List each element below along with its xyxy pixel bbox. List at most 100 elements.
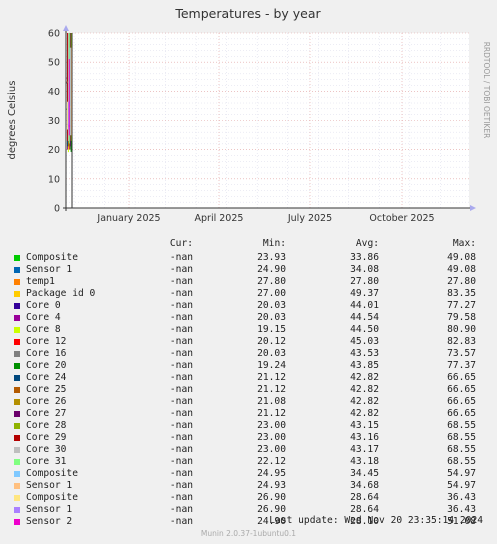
legend-series-name: Core 4 bbox=[26, 312, 61, 323]
legend-value-cur: -nan bbox=[169, 348, 193, 359]
legend-swatch bbox=[14, 291, 20, 297]
legend-swatch bbox=[14, 375, 20, 381]
legend-series-name: Core 27 bbox=[26, 408, 67, 419]
legend-series-name: Core 29 bbox=[26, 432, 67, 443]
legend-value-max: 66.65 bbox=[447, 396, 476, 407]
legend-series-name: Core 25 bbox=[26, 384, 67, 395]
legend-value-max: 80.90 bbox=[447, 324, 476, 335]
legend-series-name: temp1 bbox=[26, 276, 55, 287]
legend-row: Core 20 -nan 19.24 43.85 77.37 bbox=[0, 360, 497, 372]
legend-row: temp1 -nan 27.80 27.80 27.80 bbox=[0, 276, 497, 288]
legend-value-cur: -nan bbox=[169, 432, 193, 443]
legend-value-avg: 28.64 bbox=[350, 504, 379, 515]
legend-value-cur: -nan bbox=[169, 456, 193, 467]
legend-row: Core 0 -nan 20.03 44.01 77.27 bbox=[0, 300, 497, 312]
legend-swatch bbox=[14, 351, 20, 357]
legend-header-cur: Cur: bbox=[169, 238, 193, 249]
legend-value-max: 66.65 bbox=[447, 384, 476, 395]
legend-value-avg: 43.53 bbox=[350, 348, 379, 359]
legend-value-avg: 42.82 bbox=[350, 396, 379, 407]
legend-value-avg: 42.82 bbox=[350, 408, 379, 419]
legend-swatch bbox=[14, 315, 20, 321]
legend-swatch bbox=[14, 267, 20, 273]
legend-row: Core 27 -nan 21.12 42.82 66.65 bbox=[0, 408, 497, 420]
legend-header-max: Max: bbox=[452, 238, 476, 249]
legend-value-min: 23.00 bbox=[257, 444, 286, 455]
y-ticks: 0 10 20 30 40 50 60 bbox=[48, 29, 60, 215]
legend-header-min: Min: bbox=[262, 238, 286, 249]
legend-swatch bbox=[14, 423, 20, 429]
legend-series-name: Core 16 bbox=[26, 348, 67, 359]
chart: Temperatures - by year degrees Celsius R… bbox=[7, 6, 491, 224]
legend-row: Sensor 1 -nan 24.90 34.08 49.08 bbox=[0, 264, 497, 276]
y-tick-label: 0 bbox=[54, 204, 60, 215]
legend-value-avg: 34.68 bbox=[350, 480, 379, 491]
legend-value-min: 21.08 bbox=[257, 396, 286, 407]
x-axis-arrow bbox=[470, 205, 476, 211]
legend-series-name: Core 28 bbox=[26, 420, 67, 431]
legend-value-min: 20.12 bbox=[257, 336, 286, 347]
legend-value-min: 23.00 bbox=[257, 432, 286, 443]
y-axis-label: degrees Celsius bbox=[7, 81, 18, 160]
legend-value-min: 20.03 bbox=[257, 348, 286, 359]
legend-value-max: 66.65 bbox=[447, 372, 476, 383]
legend-series-name: Sensor 1 bbox=[26, 480, 73, 491]
legend-value-max: 68.55 bbox=[447, 456, 476, 467]
legend-swatch bbox=[14, 327, 20, 333]
legend-swatch bbox=[14, 411, 20, 417]
munin-version: Munin 2.0.37-1ubuntu0.1 bbox=[200, 529, 297, 538]
legend-value-avg: 34.45 bbox=[350, 468, 379, 479]
legend-value-min: 19.15 bbox=[257, 324, 286, 335]
legend-row: Core 24 -nan 21.12 42.82 66.65 bbox=[0, 372, 497, 384]
legend-row: Core 31 -nan 22.12 43.18 68.55 bbox=[0, 456, 497, 468]
y-tick-label: 10 bbox=[48, 174, 60, 185]
legend-value-min: 26.90 bbox=[257, 492, 286, 503]
legend-value-cur: -nan bbox=[169, 312, 193, 323]
y-tick-label: 60 bbox=[48, 29, 60, 40]
legend-value-max: 83.35 bbox=[447, 288, 476, 299]
legend-value-cur: -nan bbox=[169, 372, 193, 383]
legend-series-name: Composite bbox=[26, 252, 78, 263]
legend-value-avg: 43.17 bbox=[350, 444, 379, 455]
legend-value-min: 23.93 bbox=[257, 252, 286, 263]
legend-value-min: 23.00 bbox=[257, 420, 286, 431]
legend-swatch bbox=[14, 279, 20, 285]
legend-value-avg: 43.15 bbox=[350, 420, 379, 431]
legend-row: Composite -nan 26.90 28.64 36.43 bbox=[0, 492, 497, 504]
legend-value-min: 21.12 bbox=[257, 408, 286, 419]
legend-value-max: 73.57 bbox=[447, 348, 476, 359]
legend-value-min: 20.03 bbox=[257, 300, 286, 311]
legend-swatch bbox=[14, 507, 20, 513]
legend-value-cur: -nan bbox=[169, 396, 193, 407]
legend-series-name: Composite bbox=[26, 492, 78, 503]
legend-value-cur: -nan bbox=[169, 492, 193, 503]
legend-value-min: 27.00 bbox=[257, 288, 286, 299]
last-update: Last update: Wed Nov 20 23:35:14 2024 bbox=[269, 515, 483, 526]
legend-swatch bbox=[14, 363, 20, 369]
legend-row: Composite -nan 24.95 34.45 54.97 bbox=[0, 468, 497, 480]
legend-value-cur: -nan bbox=[169, 300, 193, 311]
legend-value-cur: -nan bbox=[169, 408, 193, 419]
y-tick-label: 40 bbox=[48, 87, 60, 98]
legend-value-max: 36.43 bbox=[447, 492, 476, 503]
legend-row: Core 26 -nan 21.08 42.82 66.65 bbox=[0, 396, 497, 408]
legend-value-cur: -nan bbox=[169, 420, 193, 431]
x-tick-label: January 2025 bbox=[96, 213, 160, 224]
x-tick-label: July 2025 bbox=[287, 213, 332, 224]
legend-swatch bbox=[14, 387, 20, 393]
legend-value-max: 36.43 bbox=[447, 504, 476, 515]
x-ticks: January 2025 April 2025 July 2025 October 2… bbox=[96, 213, 434, 224]
legend-series-name: Core 24 bbox=[26, 372, 67, 383]
legend-value-cur: -nan bbox=[169, 264, 193, 275]
legend-value-max: 54.97 bbox=[447, 480, 476, 491]
legend-value-min: 24.90 bbox=[257, 264, 286, 275]
legend-value-max: 77.27 bbox=[447, 300, 476, 311]
legend-value-min: 19.24 bbox=[257, 360, 286, 371]
legend-value-cur: -nan bbox=[169, 324, 193, 335]
legend-series-name: Core 31 bbox=[26, 456, 67, 467]
legend-row: Composite -nan 23.93 33.86 49.08 bbox=[0, 252, 497, 264]
legend-value-avg: 45.03 bbox=[350, 336, 379, 347]
legend-series-name: Composite bbox=[26, 468, 78, 479]
legend-series-name: Core 20 bbox=[26, 360, 67, 371]
legend-value-cur: -nan bbox=[169, 252, 193, 263]
